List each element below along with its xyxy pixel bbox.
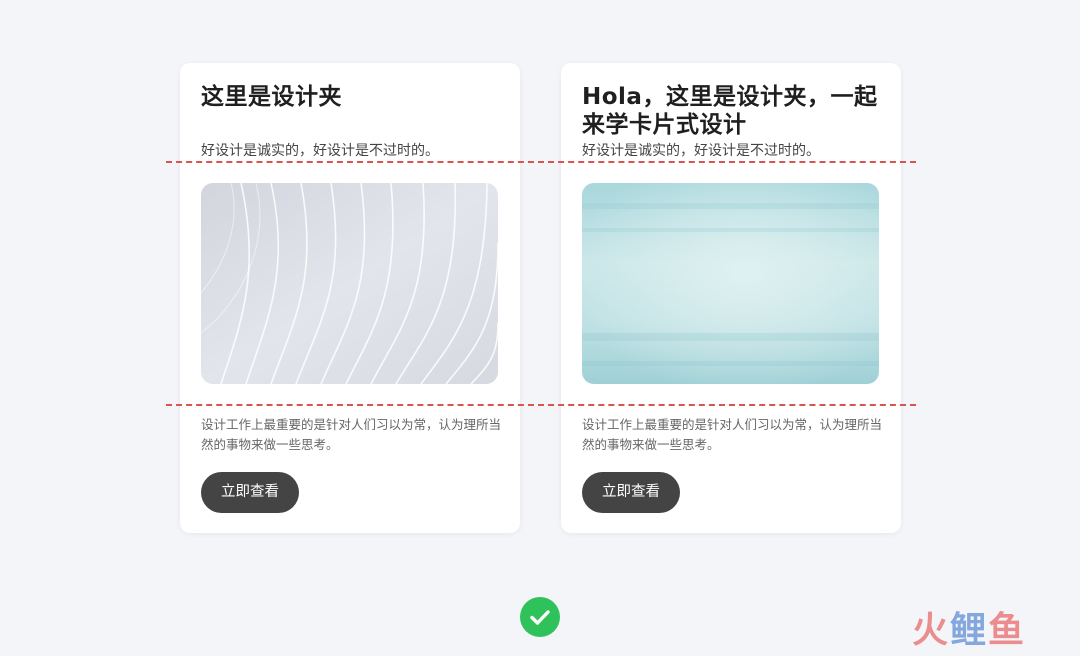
watermark-char: 鲤 bbox=[950, 610, 989, 651]
check-circle-icon bbox=[520, 597, 560, 637]
card-title: 这里是设计夹 bbox=[201, 84, 342, 110]
view-now-button[interactable]: 立即查看 bbox=[582, 472, 680, 513]
alignment-guide-top bbox=[166, 161, 916, 163]
card-subtitle: 好设计是诚实的，好设计是不过时的。 bbox=[582, 143, 820, 159]
card-subtitle: 好设计是诚实的，好设计是不过时的。 bbox=[201, 143, 439, 159]
watermark-char: 鱼 bbox=[988, 610, 1027, 651]
watermark-logo: 火鲤鱼 bbox=[912, 610, 1062, 652]
view-now-button[interactable]: 立即查看 bbox=[201, 472, 299, 513]
alignment-guide-bottom bbox=[166, 404, 916, 406]
card-body-text: 设计工作上最重要的是针对人们习以为常，认为理所当然的事物来做一些思考。 bbox=[201, 417, 502, 452]
card-title: Hola，这里是设计夹，一起来学卡片式设计 bbox=[582, 84, 878, 138]
card-hola-design-folder: Hola，这里是设计夹，一起来学卡片式设计 好设计是诚实的，好设计是不过时的。 bbox=[561, 63, 901, 533]
card-image-watercolor bbox=[582, 183, 879, 384]
card-image-waves bbox=[201, 183, 498, 384]
watermark-char: 火 bbox=[912, 610, 951, 651]
card-design-folder: 这里是设计夹 好设计是诚实的，好设计是不过时的。 设计工作上最重要的是针对人们习… bbox=[180, 63, 520, 533]
card-body-text: 设计工作上最重要的是针对人们习以为常，认为理所当然的事物来做一些思考。 bbox=[582, 417, 883, 452]
